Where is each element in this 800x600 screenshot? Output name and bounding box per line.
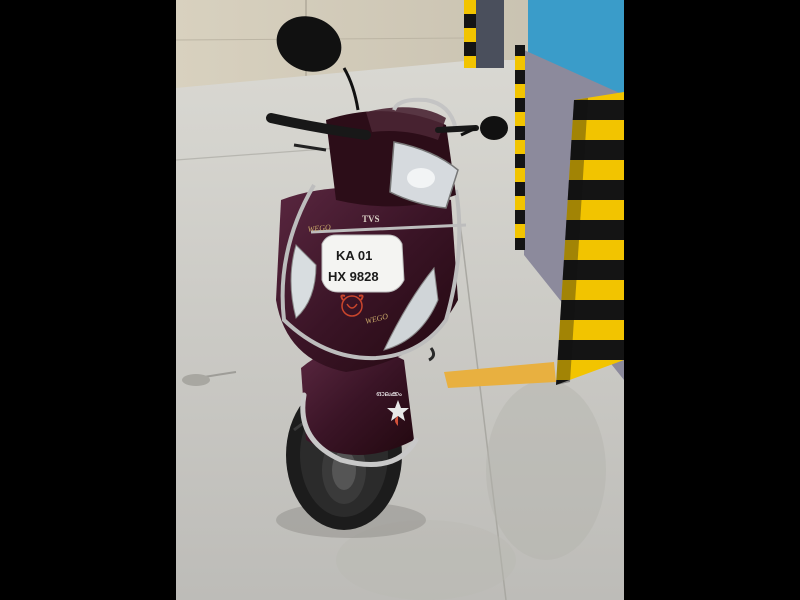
plate-line-1: KA 01 — [336, 248, 372, 263]
photo-frame: ഓലക്കം TVS WEGO WEGO KA 01 HX 9828 — [176, 0, 624, 600]
sticker-text: ഓലക്കം — [376, 391, 402, 398]
plate-line-2: HX 9828 — [328, 269, 379, 284]
licence-plate: KA 01 HX 9828 — [321, 234, 405, 293]
scene-illustration: ഓലക്കം TVS WEGO WEGO KA 01 HX 9828 — [176, 0, 624, 600]
wall-hazard-strip — [515, 45, 525, 250]
brand-badge: TVS — [362, 214, 380, 224]
